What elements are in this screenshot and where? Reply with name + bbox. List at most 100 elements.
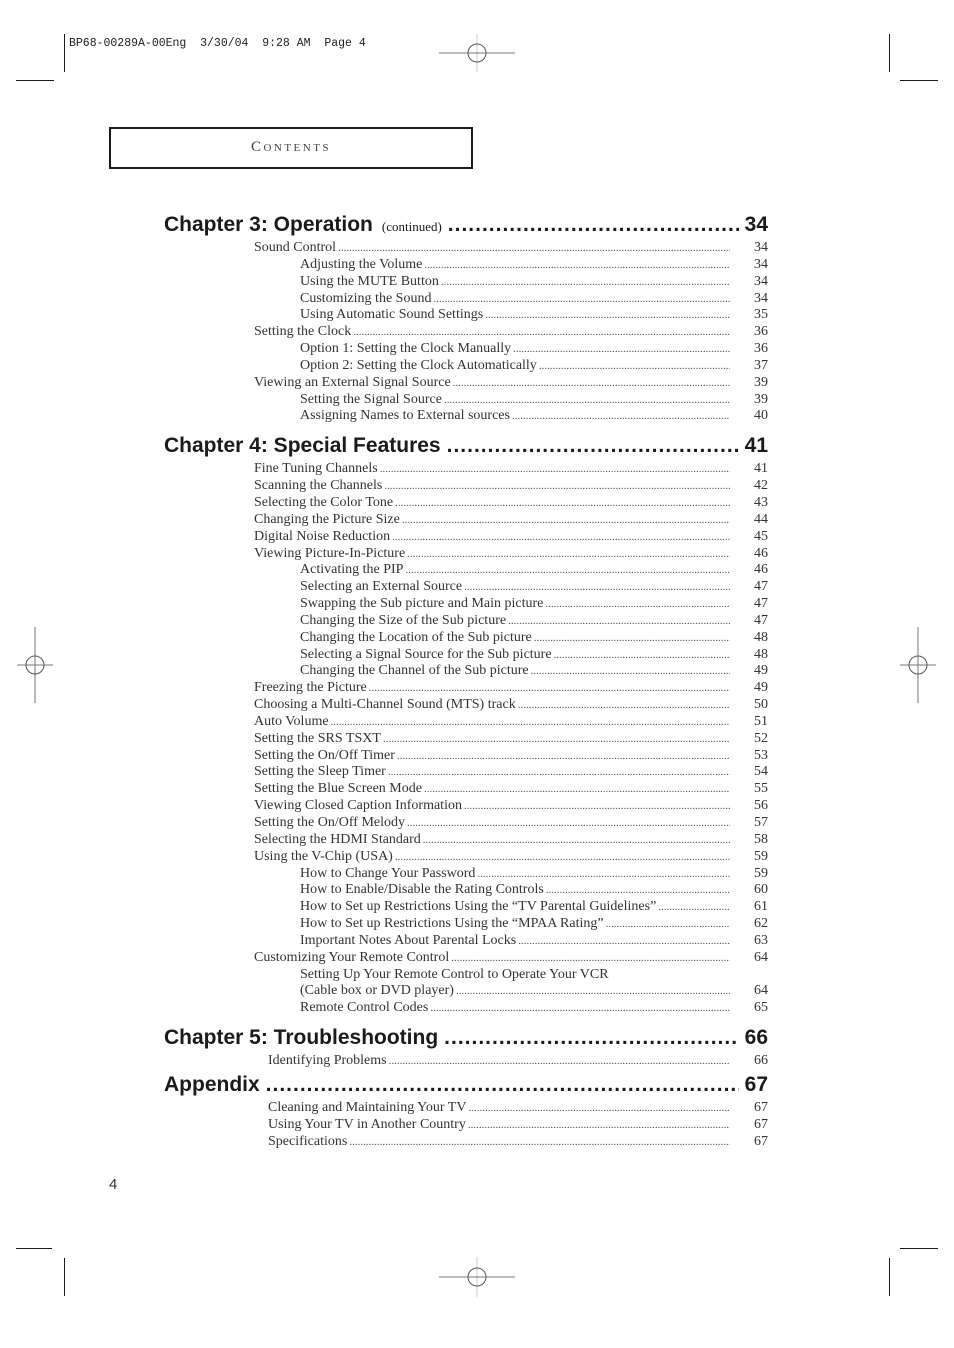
dot-leader <box>464 798 730 815</box>
toc-entry[interactable]: Using the MUTE Button 34 <box>164 274 768 291</box>
toc-entry[interactable]: Setting the On/Off Timer 53 <box>164 748 768 765</box>
toc-entry-page: 65 <box>754 1000 768 1016</box>
toc-entry[interactable]: Customizing Your Remote Control 64 <box>164 950 768 967</box>
toc-entry-page: 34 <box>754 256 768 272</box>
chapter-heading-3[interactable]: Chapter 3: Operation (continued) 34 <box>164 210 768 240</box>
registration-mark-top-icon <box>439 34 515 72</box>
toc-entry-title: How to Set up Restrictions Using the “MP… <box>300 916 604 932</box>
toc-entry-title: Adjusting the Volume <box>300 256 423 272</box>
toc-entry[interactable]: Identifying Problems 66 <box>164 1053 768 1070</box>
toc-entry[interactable]: Setting the Clock 36 <box>164 324 768 341</box>
toc-entry-page: 67 <box>754 1099 768 1115</box>
toc-entry-title: Selecting an External Source <box>300 579 463 595</box>
toc-entry[interactable]: Freezing the Picture 49 <box>164 680 768 697</box>
toc-entry[interactable]: Viewing Picture-In-Picture 46 <box>164 546 768 563</box>
toc-entry[interactable]: Sound Control 34 <box>164 240 768 257</box>
chapter-page: 41 <box>744 434 768 458</box>
toc-entry-title: Scanning the Channels <box>254 478 383 494</box>
toc-entry[interactable]: Using the V-Chip (USA) 59 <box>164 849 768 866</box>
toc-entry-page: 66 <box>754 1053 768 1069</box>
toc-entry-title: Changing the Size of the Sub picture <box>300 612 507 628</box>
toc-entry-title: Fine Tuning Channels <box>254 461 378 477</box>
toc-entry-title: Viewing an External Signal Source <box>254 374 451 390</box>
dot-leader <box>534 630 730 647</box>
contents-title: Contents <box>250 139 332 155</box>
toc-entry-page: 61 <box>754 899 768 915</box>
dot-leader <box>430 1000 730 1017</box>
toc-entry-page: 49 <box>754 663 768 679</box>
toc-entry-title: Setting the Blue Screen Mode <box>254 781 422 797</box>
toc-entry[interactable]: Customizing the Sound 34 <box>164 291 768 308</box>
chapter-3-entries: Sound Control34Adjusting the Volume34Usi… <box>164 240 768 425</box>
toc-entry[interactable]: Fine Tuning Channels 41 <box>164 461 768 478</box>
toc-entry-page: 47 <box>754 612 768 628</box>
appendix-heading[interactable]: Appendix 67 <box>164 1070 768 1100</box>
toc-entry-page: 58 <box>754 831 768 847</box>
toc-entry-page: 34 <box>754 290 768 306</box>
toc-entry-title: Changing the Picture Size <box>254 511 400 527</box>
toc-entry[interactable]: Changing the Location of the Sub picture… <box>164 630 768 647</box>
toc-entry[interactable]: Assigning Names to External sources 40 <box>164 408 768 425</box>
toc-entry[interactable]: How to Set up Restrictions Using the “MP… <box>164 916 768 933</box>
toc-entry[interactable]: Scanning the Channels 42 <box>164 478 768 495</box>
toc-entry[interactable]: Swapping the Sub picture and Main pictur… <box>164 596 768 613</box>
chapter-heading-4[interactable]: Chapter 4: Special Features 41 <box>164 431 768 461</box>
toc-entry[interactable]: Setting the SRS TSXT 52 <box>164 731 768 748</box>
toc-entry-page: 47 <box>754 596 768 612</box>
toc-entry[interactable]: Changing the Channel of the Sub picture 4… <box>164 663 768 680</box>
toc-entry[interactable]: Digital Noise Reduction 45 <box>164 529 768 546</box>
toc-entry[interactable]: Setting the Sleep Timer 54 <box>164 764 768 781</box>
toc-entry[interactable]: Setting the On/Off Melody 57 <box>164 815 768 832</box>
toc-entry[interactable]: Remote Control Codes 65 <box>164 1000 768 1017</box>
toc-entry[interactable]: How to Enable/Disable the Rating Control… <box>164 882 768 899</box>
dot-leader <box>389 1053 730 1070</box>
toc-entry-title: Sound Control <box>254 240 337 255</box>
toc-entry[interactable]: Setting the Signal Source 39 <box>164 392 768 409</box>
toc-entry[interactable]: Adjusting the Volume 34 <box>164 257 768 274</box>
toc-entry-title: Setting Up Your Remote Control to Operat… <box>300 966 609 982</box>
page-number: 4 <box>109 1176 118 1193</box>
toc-entry-title: Setting the Signal Source <box>300 391 442 407</box>
dot-leader <box>448 210 739 240</box>
toc-entry[interactable]: Option 1: Setting the Clock Manually 36 <box>164 341 768 358</box>
toc-entry[interactable]: Option 2: Setting the Clock Automaticall… <box>164 358 768 375</box>
dot-leader <box>546 882 730 899</box>
toc-entry-page: 47 <box>754 579 768 595</box>
toc-entry[interactable]: Setting the Blue Screen Mode 55 <box>164 781 768 798</box>
dot-leader <box>402 512 730 529</box>
dot-leader <box>424 257 730 274</box>
toc-entry[interactable]: Using Automatic Sound Settings 35 <box>164 307 768 324</box>
toc-entry[interactable]: How to Set up Restrictions Using the “TV… <box>164 899 768 916</box>
toc-entry-title: Setting the On/Off Timer <box>254 747 395 763</box>
table-of-contents: Chapter 3: Operation (continued) 34 Soun… <box>164 210 768 1151</box>
toc-entry-page: 34 <box>754 273 768 289</box>
crop-mark-top-left-horizontal <box>16 80 54 81</box>
toc-entry[interactable]: Specifications 67 <box>164 1134 768 1151</box>
chapter-heading-5[interactable]: Chapter 5: Troubleshooting 66 <box>164 1023 768 1053</box>
dot-leader <box>477 866 730 883</box>
toc-entry[interactable]: Changing the Picture Size 44 <box>164 512 768 529</box>
dot-leader <box>266 1070 739 1100</box>
toc-entry[interactable]: Selecting a Signal Source for the Sub pi… <box>164 647 768 664</box>
dot-leader <box>508 613 730 630</box>
toc-entry[interactable]: Cleaning and Maintaining Your TV 67 <box>164 1100 768 1117</box>
toc-entry[interactable]: Selecting the HDMI Standard 58 <box>164 832 768 849</box>
toc-entry[interactable]: Choosing a Multi-Channel Sound (MTS) tra… <box>164 697 768 714</box>
toc-entry[interactable]: Changing the Size of the Sub picture 47 <box>164 613 768 630</box>
toc-entry[interactable]: (Cable box or DVD player) 64 <box>164 983 768 1000</box>
dot-leader <box>539 358 730 375</box>
toc-entry[interactable]: Auto Volume 51 <box>164 714 768 731</box>
toc-entry[interactable]: Using Your TV in Another Country 67 <box>164 1117 768 1134</box>
toc-entry[interactable]: Important Notes About Parental Locks 63 <box>164 933 768 950</box>
toc-entry[interactable]: Viewing Closed Caption Information 56 <box>164 798 768 815</box>
toc-entry[interactable]: Setting Up Your Remote Control to Operat… <box>164 967 768 984</box>
toc-entry[interactable]: How to Change Your Password 59 <box>164 866 768 883</box>
toc-entry-title: Choosing a Multi-Channel Sound (MTS) tra… <box>254 697 516 713</box>
toc-entry[interactable]: Selecting the Color Tone 43 <box>164 495 768 512</box>
toc-entry[interactable]: Selecting an External Source 47 <box>164 579 768 596</box>
toc-entry-page: 48 <box>754 646 768 662</box>
toc-entry-title: Selecting the HDMI Standard <box>254 831 421 847</box>
toc-entry[interactable]: Activating the PIP 46 <box>164 562 768 579</box>
toc-entry-page: 63 <box>754 932 768 948</box>
toc-entry[interactable]: Viewing an External Signal Source 39 <box>164 375 768 392</box>
